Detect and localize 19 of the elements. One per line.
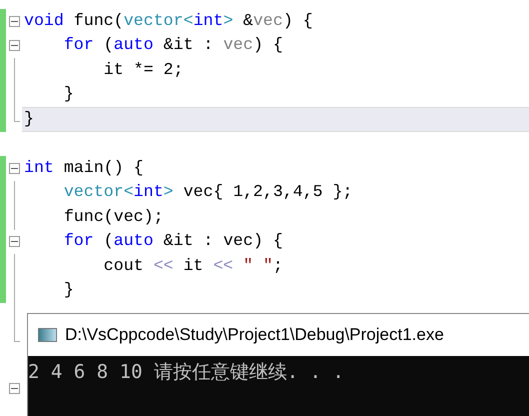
fold-toggle[interactable] xyxy=(8,40,20,52)
code-line: it *= 2; xyxy=(102,62,184,79)
code-line: } xyxy=(24,110,34,128)
code-line: } xyxy=(62,282,74,300)
fold-toggle[interactable] xyxy=(8,16,20,27)
console-icon xyxy=(38,328,57,342)
code-line: vector<int> vec{ 1,2,3,4,5 }; xyxy=(62,184,353,202)
fold-toggle[interactable] xyxy=(8,162,20,174)
code-line: int main() { xyxy=(24,160,144,177)
console-output: 2 4 6 8 10 请按任意键继续. . . xyxy=(28,361,344,383)
code-line: void func(vector<int> &vec) { xyxy=(24,12,313,30)
fold-toggle[interactable] xyxy=(8,236,20,248)
fold-toggle[interactable] xyxy=(8,383,20,394)
code-line: for (auto &it : vec) { xyxy=(62,37,283,54)
code-line: func(vec); xyxy=(62,208,164,226)
code-line: } xyxy=(62,86,74,104)
code-line: for (auto &it : vec) { xyxy=(62,233,283,250)
code-line: cout << it << " "; xyxy=(102,258,283,275)
window-title: D:\VsCppcode\Study\Project1\Debug\Project1.exe xyxy=(65,324,444,346)
